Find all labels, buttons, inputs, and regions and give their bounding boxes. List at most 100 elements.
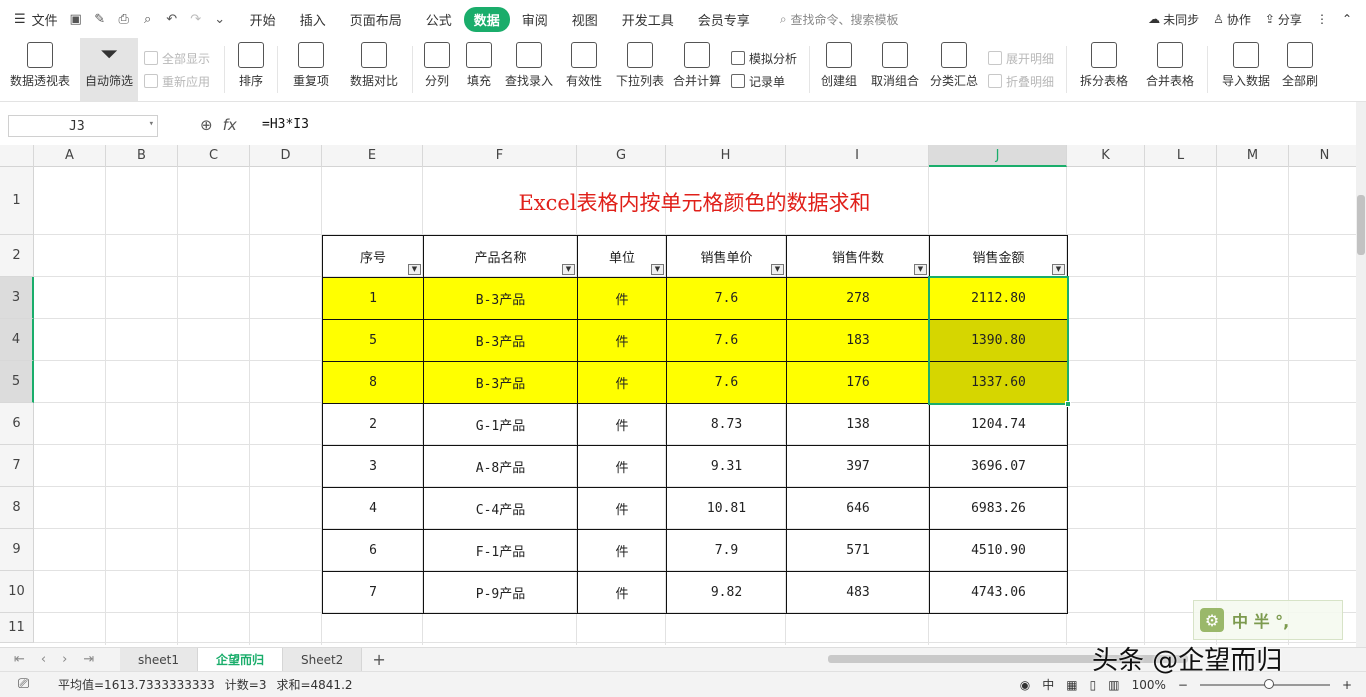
- column-header-N[interactable]: N: [1289, 145, 1356, 167]
- table-cell[interactable]: 9.82: [666, 571, 787, 614]
- next-sheet-icon[interactable]: ›: [62, 652, 67, 667]
- first-sheet-icon[interactable]: ⇤: [14, 652, 25, 667]
- macro-icon[interactable]: ⎚: [18, 676, 29, 692]
- table-cell[interactable]: 7.6: [666, 361, 787, 404]
- row-header-4[interactable]: 4: [0, 319, 34, 361]
- autofilter-button[interactable]: ⏷ 自动筛选: [80, 38, 138, 101]
- zoom-in-icon[interactable]: +: [1342, 678, 1352, 692]
- pivot-table-button[interactable]: 数据透视表: [0, 38, 80, 101]
- row-header-9[interactable]: 9: [0, 529, 34, 571]
- table-cell[interactable]: C-4产品: [423, 487, 578, 530]
- table-cell[interactable]: 646: [786, 487, 930, 530]
- header-cell[interactable]: 销售单价 ▼: [666, 235, 787, 278]
- row-header-11[interactable]: 11: [0, 613, 34, 643]
- print-icon[interactable]: ⎙: [116, 11, 132, 27]
- table-cell[interactable]: 1204.74: [929, 403, 1068, 446]
- tab-member[interactable]: 会员专享: [686, 7, 762, 32]
- language-icon[interactable]: 中: [1042, 676, 1054, 693]
- sync-button[interactable]: ☁ 未同步: [1148, 11, 1199, 28]
- table-cell[interactable]: 1: [322, 277, 424, 320]
- chevron-down-icon[interactable]: ⌄: [212, 11, 228, 27]
- table-cell[interactable]: 2112.80: [929, 277, 1068, 320]
- table-cell[interactable]: 2: [322, 403, 424, 446]
- table-cell[interactable]: 183: [786, 319, 930, 362]
- refresh-all-button[interactable]: 全部刷: [1280, 38, 1320, 101]
- tab-home[interactable]: 开始: [238, 7, 288, 32]
- merge-table-button[interactable]: 合并表格: [1137, 38, 1203, 101]
- reading-view-icon[interactable]: ▥: [1108, 678, 1119, 692]
- sort-button[interactable]: 排序: [229, 38, 273, 101]
- table-cell[interactable]: 10.81: [666, 487, 787, 530]
- row-header-2[interactable]: 2: [0, 235, 34, 277]
- validity-button[interactable]: 有效性: [557, 38, 611, 101]
- add-sheet-icon[interactable]: +: [362, 650, 395, 669]
- undo-icon[interactable]: ↶: [164, 11, 180, 27]
- table-cell[interactable]: 7.9: [666, 529, 787, 572]
- subtotal-button[interactable]: 分类汇总: [926, 38, 982, 101]
- simulate-button[interactable]: 模拟分析: [731, 50, 799, 67]
- chevron-down-icon[interactable]: ▾: [149, 119, 154, 129]
- expand-detail-button[interactable]: 展开明细: [988, 50, 1056, 67]
- row-header-5[interactable]: 5: [0, 361, 34, 403]
- header-cell[interactable]: 销售件数 ▼: [786, 235, 930, 278]
- show-all-button[interactable]: 全部显示: [144, 50, 214, 67]
- tab-data[interactable]: 数据: [463, 6, 510, 32]
- table-cell[interactable]: 7.6: [666, 277, 787, 320]
- table-cell[interactable]: 件: [577, 571, 667, 614]
- column-header-E[interactable]: E: [322, 145, 423, 167]
- table-cell[interactable]: A-8产品: [423, 445, 578, 488]
- table-cell[interactable]: 9.31: [666, 445, 787, 488]
- tab-developer[interactable]: 开发工具: [610, 7, 686, 32]
- row-header-10[interactable]: 10: [0, 571, 34, 613]
- prev-sheet-icon[interactable]: ‹: [41, 652, 46, 667]
- more-icon[interactable]: ⋮: [1316, 12, 1328, 26]
- share-button[interactable]: ⇪ 分享: [1265, 11, 1302, 28]
- table-cell[interactable]: B-3产品: [423, 277, 578, 320]
- command-search[interactable]: ⌕ 查找命令、搜索模板: [780, 11, 899, 28]
- formula-input[interactable]: =H3*I3: [262, 117, 309, 132]
- collapse-ribbon-icon[interactable]: ⌃: [1342, 12, 1352, 26]
- table-cell[interactable]: 6983.26: [929, 487, 1068, 530]
- split-column-button[interactable]: 分列: [417, 38, 457, 101]
- split-table-button[interactable]: 拆分表格: [1071, 38, 1137, 101]
- column-header-L[interactable]: L: [1145, 145, 1217, 167]
- column-header-H[interactable]: H: [666, 145, 786, 167]
- record-sheet-button[interactable]: 记录单: [731, 73, 799, 90]
- header-cell[interactable]: 单位 ▼: [577, 235, 667, 278]
- consolidate-button[interactable]: 合并计算: [669, 38, 725, 101]
- column-header-K[interactable]: K: [1067, 145, 1145, 167]
- duplicates-button[interactable]: 重复项: [282, 38, 340, 101]
- column-header-J[interactable]: J: [929, 145, 1067, 167]
- table-cell[interactable]: 138: [786, 403, 930, 446]
- table-cell[interactable]: 8: [322, 361, 424, 404]
- table-cell[interactable]: 件: [577, 445, 667, 488]
- table-cell[interactable]: P-9产品: [423, 571, 578, 614]
- row-header-8[interactable]: 8: [0, 487, 34, 529]
- tab-page-layout[interactable]: 页面布局: [338, 7, 414, 32]
- table-cell[interactable]: 571: [786, 529, 930, 572]
- table-cell[interactable]: 483: [786, 571, 930, 614]
- sheet-tab-sheet2[interactable]: Sheet2: [282, 647, 363, 672]
- filter-dropdown-icon[interactable]: ▼: [562, 264, 575, 275]
- tab-view[interactable]: 视图: [560, 7, 610, 32]
- select-all-corner[interactable]: [0, 145, 34, 167]
- collapse-detail-button[interactable]: 折叠明细: [988, 73, 1056, 90]
- row-header-6[interactable]: 6: [0, 403, 34, 445]
- table-cell[interactable]: 件: [577, 319, 667, 362]
- zoom-out-icon[interactable]: −: [1178, 678, 1188, 692]
- table-cell[interactable]: 4510.90: [929, 529, 1068, 572]
- spreadsheet-grid[interactable]: ABCDEFGHIJKLMN 1 2 3 4 5 6 7 8 9 10 11 Excel表格内按单元…: [0, 145, 1356, 645]
- table-cell[interactable]: 件: [577, 361, 667, 404]
- column-header-I[interactable]: I: [786, 145, 929, 167]
- column-header-B[interactable]: B: [106, 145, 178, 167]
- format-painter-icon[interactable]: ✎: [92, 11, 108, 27]
- table-cell[interactable]: 176: [786, 361, 930, 404]
- table-cell[interactable]: 1337.60: [929, 361, 1068, 404]
- column-header-M[interactable]: M: [1217, 145, 1289, 167]
- filter-dropdown-icon[interactable]: ▼: [651, 264, 664, 275]
- zoom-knob[interactable]: [1263, 678, 1274, 689]
- table-cell[interactable]: 件: [577, 277, 667, 320]
- table-cell[interactable]: B-3产品: [423, 319, 578, 362]
- reapply-button[interactable]: 重新应用: [144, 73, 214, 90]
- table-cell[interactable]: 3696.07: [929, 445, 1068, 488]
